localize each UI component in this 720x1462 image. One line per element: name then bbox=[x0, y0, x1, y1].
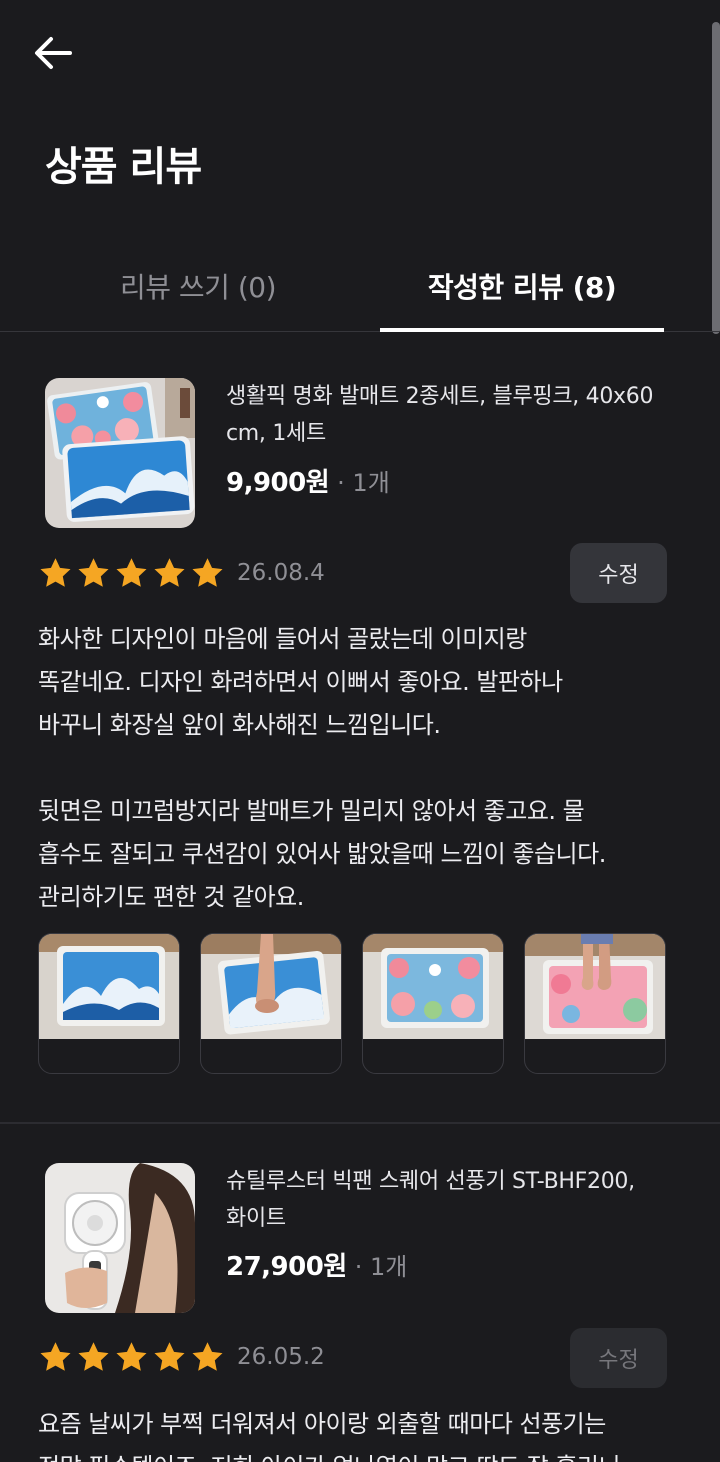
product-thumbnail[interactable] bbox=[45, 378, 195, 528]
price-row: 27,900원 · 1개 bbox=[226, 1246, 407, 1283]
review-text-line: 흡수도 잘되고 쿠션감이 있어사 밟았을때 느낌이 좋습니다. bbox=[38, 840, 606, 868]
tab-written-reviews[interactable]: 작성한 리뷰 (8) bbox=[380, 240, 664, 332]
review-text-line: 화사한 디자인이 마음에 들어서 골랐는데 이미지랑 bbox=[38, 625, 527, 653]
review-photo[interactable] bbox=[524, 933, 666, 1074]
review-text-line: 바꾸니 화장실 앞이 화사해진 느낌입니다. bbox=[38, 711, 441, 739]
star-icon bbox=[40, 1342, 71, 1371]
back-button[interactable] bbox=[30, 30, 76, 76]
price-row: 9,900원 · 1개 bbox=[226, 462, 390, 499]
product-name-line: cm, 1세트 bbox=[226, 421, 326, 446]
tab-write-review[interactable]: 리뷰 쓰기 (0) bbox=[38, 240, 358, 332]
product-thumbnail[interactable] bbox=[45, 1163, 195, 1313]
product-name[interactable]: 생활픽 명화 발매트 2종세트, 블루핑크, 40x60 cm, 1세트 bbox=[226, 378, 676, 452]
review-text: 요즘 날씨가 부쩍 더워져서 아이랑 외출할 때마다 선풍기는 정말 필수템이죠… bbox=[38, 1403, 688, 1462]
review-photo[interactable] bbox=[200, 933, 342, 1074]
review-tabs: 리뷰 쓰기 (0) 작성한 리뷰 (8) bbox=[0, 240, 720, 332]
edit-review-button[interactable]: 수정 bbox=[570, 543, 667, 603]
review-text: 화사한 디자인이 마음에 들어서 골랐는데 이미지랑 똑같네요. 디자인 화려하… bbox=[38, 618, 688, 919]
star-icon bbox=[78, 1342, 109, 1371]
star-icon bbox=[116, 558, 147, 587]
star-rating bbox=[38, 556, 225, 591]
edit-review-button[interactable]: 수정 bbox=[570, 1328, 667, 1388]
section-divider bbox=[0, 1122, 720, 1124]
product-name-line: 슈틸루스터 빅팬 스퀘어 선풍기 ST-BHF200, bbox=[226, 1169, 635, 1194]
star-icon bbox=[40, 558, 71, 587]
review-photo[interactable] bbox=[362, 933, 504, 1074]
star-icon bbox=[154, 558, 185, 587]
review-text-line: 요즘 날씨가 부쩍 더워져서 아이랑 외출할 때마다 선풍기는 bbox=[38, 1410, 606, 1438]
review-text-line: 정말 필수템이죠. 저희 아이가 얼나열이 많고 땀도 잘 흘리니 bbox=[38, 1446, 688, 1462]
star-icon bbox=[78, 558, 109, 587]
review-text-line: 똑같네요. 디자인 화려하면서 이뻐서 좋아요. 발판하나 bbox=[38, 668, 563, 696]
product-price: 27,900원 bbox=[226, 1252, 347, 1282]
review-date: 26.08.4 bbox=[237, 560, 325, 586]
star-icon bbox=[116, 1342, 147, 1371]
review-text-line: 관리하기도 편한 것 같아요. bbox=[38, 883, 304, 911]
star-icon bbox=[154, 1342, 185, 1371]
product-name[interactable]: 슈틸루스터 빅팬 스퀘어 선풍기 ST-BHF200, 화이트 bbox=[226, 1163, 676, 1237]
product-quantity: · 1개 bbox=[337, 469, 390, 497]
review-photos bbox=[38, 933, 666, 1074]
star-rating bbox=[38, 1340, 225, 1375]
review-date: 26.05.2 bbox=[237, 1344, 325, 1370]
page-title: 상품 리뷰 bbox=[45, 144, 202, 190]
product-name-line: 생활픽 명화 발매트 2종세트, 블루핑크, 40x60 bbox=[226, 384, 654, 409]
product-name-line: 화이트 bbox=[226, 1206, 286, 1231]
active-tab-indicator bbox=[380, 328, 664, 332]
star-icon bbox=[192, 1342, 223, 1371]
star-icon bbox=[192, 558, 223, 587]
review-photo[interactable] bbox=[38, 933, 180, 1074]
product-quantity: · 1개 bbox=[354, 1253, 408, 1281]
review-text-line: 뒷면은 미끄럼방지라 발매트가 밀리지 않아서 좋고요. 물 bbox=[38, 797, 585, 825]
product-price: 9,900원 bbox=[226, 468, 330, 498]
arrow-left-icon bbox=[35, 37, 72, 69]
